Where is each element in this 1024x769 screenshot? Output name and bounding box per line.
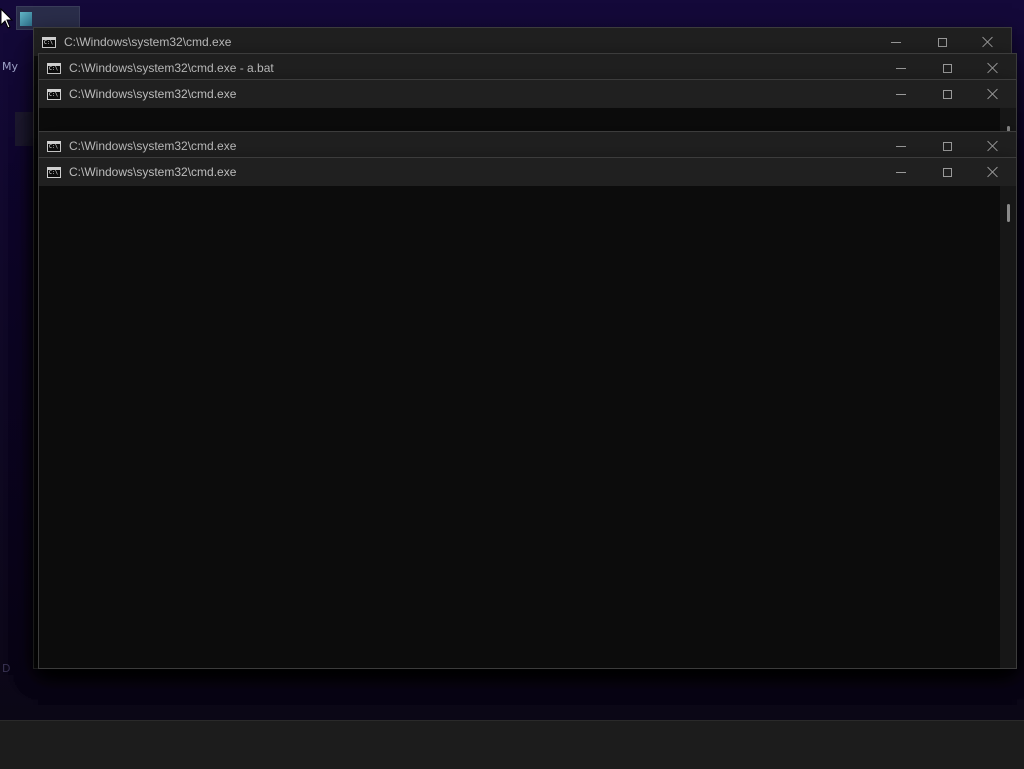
cmd-icon <box>47 166 61 178</box>
cmd-icon <box>47 62 61 74</box>
minimize-icon <box>896 93 906 95</box>
window-title: C:\Windows\system32\cmd.exe - a.bat <box>69 61 274 75</box>
window-title: C:\Windows\system32\cmd.exe <box>69 139 237 153</box>
maximize-button[interactable] <box>924 132 970 160</box>
maximize-button[interactable] <box>924 54 970 82</box>
maximize-icon <box>942 63 952 73</box>
minimize-button[interactable] <box>878 80 924 108</box>
minimize-icon <box>896 171 906 173</box>
shortcut-icon <box>20 12 32 26</box>
minimize-button[interactable] <box>878 158 924 186</box>
close-icon <box>987 62 999 74</box>
window-titlebar[interactable]: C:\Windows\system32\cmd.exe <box>39 132 1016 160</box>
close-button[interactable] <box>970 80 1016 108</box>
close-icon <box>987 140 999 152</box>
window-titlebar[interactable]: C:\Windows\system32\cmd.exe <box>39 80 1016 108</box>
maximize-button[interactable] <box>919 28 965 56</box>
close-button[interactable] <box>970 54 1016 82</box>
minimize-icon <box>891 41 901 43</box>
cmd-icon <box>42 36 56 48</box>
minimize-button[interactable] <box>873 28 919 56</box>
scrollbar[interactable] <box>1000 186 1016 668</box>
mouse-cursor-icon <box>0 8 14 29</box>
scrollbar-thumb[interactable] <box>1007 204 1010 222</box>
taskbar[interactable] <box>0 720 1024 769</box>
window-titlebar[interactable]: C:\Windows\system32\cmd.exe <box>39 158 1016 186</box>
desktop-corner-text: D <box>2 662 11 675</box>
minimize-button[interactable] <box>878 132 924 160</box>
maximize-button[interactable] <box>924 158 970 186</box>
close-button[interactable] <box>970 158 1016 186</box>
window-titlebar[interactable]: C:\Windows\system32\cmd.exe - a.bat <box>39 54 1016 82</box>
window-title: C:\Windows\system32\cmd.exe <box>69 165 237 179</box>
cmd-window-5[interactable]: C:\Windows\system32\cmd.exe <box>38 157 1017 669</box>
minimize-icon <box>896 67 906 69</box>
close-button[interactable] <box>970 132 1016 160</box>
close-icon <box>982 36 994 48</box>
close-icon <box>987 88 999 100</box>
window-title: C:\Windows\system32\cmd.exe <box>69 87 237 101</box>
cmd-icon <box>47 88 61 100</box>
maximize-icon <box>942 141 952 151</box>
maximize-button[interactable] <box>924 80 970 108</box>
console-area[interactable] <box>39 186 1016 668</box>
minimize-icon <box>896 145 906 147</box>
minimize-button[interactable] <box>878 54 924 82</box>
window-titlebar[interactable]: C:\Windows\system32\cmd.exe <box>34 28 1011 56</box>
desktop-icon-label[interactable]: My <box>2 60 18 73</box>
cmd-icon <box>47 140 61 152</box>
maximize-icon <box>942 167 952 177</box>
close-button[interactable] <box>965 28 1011 56</box>
close-icon <box>987 166 999 178</box>
maximize-icon <box>937 37 947 47</box>
maximize-icon <box>942 89 952 99</box>
window-title: C:\Windows\system32\cmd.exe <box>64 35 232 49</box>
